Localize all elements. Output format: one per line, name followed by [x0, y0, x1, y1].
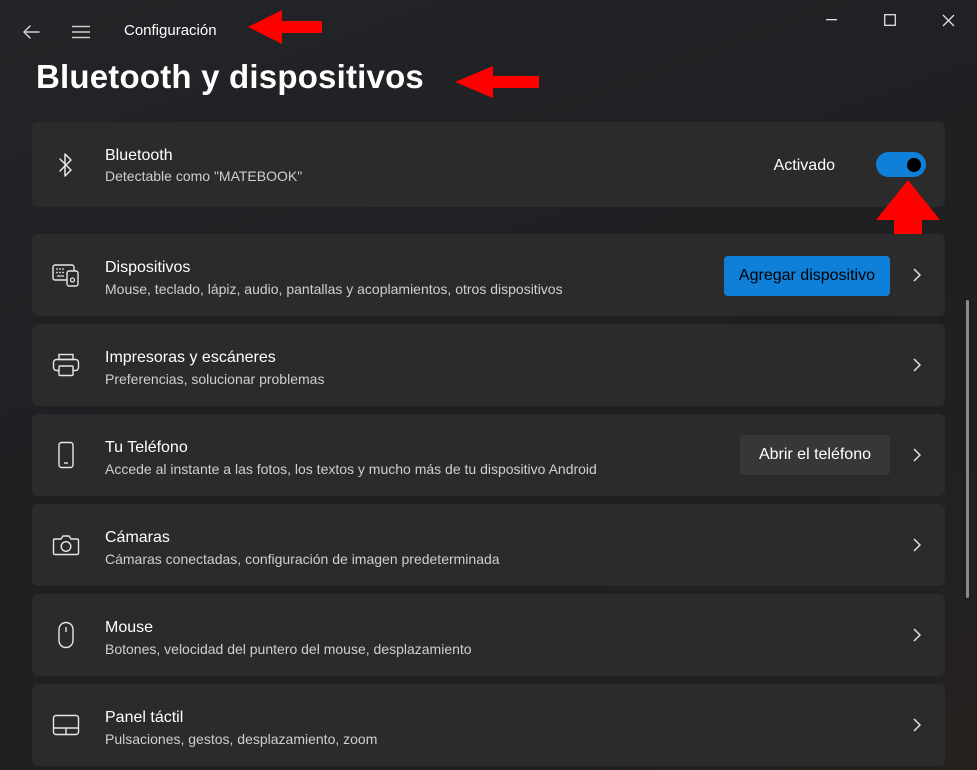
chevron-right-icon [909, 717, 925, 733]
bluetooth-card: Bluetooth Detectable como "MATEBOOK" Act… [32, 122, 945, 207]
phone-icon [52, 441, 80, 469]
back-button[interactable] [15, 16, 47, 48]
printers-card[interactable]: Impresoras y escáneres Preferencias, sol… [32, 324, 945, 406]
settings-window: Configuración Bluetooth y dispositivos B… [0, 0, 977, 770]
window-title: Configuración [124, 22, 217, 39]
back-arrow-icon [23, 25, 40, 39]
hamburger-menu-icon [72, 25, 90, 39]
add-device-button[interactable]: Agregar dispositivo [723, 256, 890, 296]
maximize-button[interactable] [862, 0, 918, 40]
camera-icon [52, 531, 80, 559]
cameras-title: Cámaras [105, 529, 170, 546]
chevron-right-icon [909, 447, 925, 463]
chevron-right-icon [909, 627, 925, 643]
minimize-button[interactable] [804, 0, 860, 40]
bluetooth-toggle[interactable] [876, 152, 926, 177]
menu-button[interactable] [65, 16, 97, 48]
keyboard-devices-icon [52, 261, 80, 289]
annotation-arrow-left-icon [248, 10, 322, 44]
touchpad-icon [52, 711, 80, 739]
maximize-icon [884, 14, 896, 26]
phone-subtitle: Accede al instante a las fotos, los text… [105, 461, 597, 477]
phone-card[interactable]: Tu Teléfono Accede al instante a las fot… [32, 414, 945, 496]
chevron-right-icon [909, 357, 925, 373]
mouse-icon [52, 621, 80, 649]
vertical-scrollbar[interactable] [966, 300, 969, 598]
chevron-right-icon [909, 267, 925, 283]
phone-title: Tu Teléfono [105, 439, 188, 456]
printers-title: Impresoras y escáneres [105, 349, 276, 366]
cameras-card[interactable]: Cámaras Cámaras conectadas, configuració… [32, 504, 945, 586]
printers-subtitle: Preferencias, solucionar problemas [105, 371, 325, 387]
open-phone-button[interactable]: Abrir el teléfono [739, 435, 890, 475]
cameras-subtitle: Cámaras conectadas, configuración de ima… [105, 551, 500, 567]
touchpad-card[interactable]: Panel táctil Pulsaciones, gestos, despla… [32, 684, 945, 766]
close-button[interactable] [920, 0, 976, 40]
printer-icon [52, 351, 80, 379]
chevron-right-icon [909, 537, 925, 553]
toggle-knob [907, 157, 921, 172]
bluetooth-state-label: Activado [773, 157, 835, 174]
mouse-subtitle: Botones, velocidad del puntero del mouse… [105, 641, 472, 657]
devices-subtitle: Mouse, teclado, lápiz, audio, pantallas … [105, 281, 563, 297]
title-bar: Configuración [0, 0, 977, 62]
close-icon [942, 14, 954, 26]
mouse-card[interactable]: Mouse Botones, velocidad del puntero del… [32, 594, 945, 676]
bluetooth-title: Bluetooth [105, 147, 173, 164]
devices-card[interactable]: Dispositivos Mouse, teclado, lápiz, audi… [32, 234, 945, 316]
page-title: Bluetooth y dispositivos [36, 58, 424, 95]
annotation-arrow-left-icon [455, 66, 539, 98]
minimize-icon [826, 19, 837, 21]
mouse-title: Mouse [105, 619, 154, 636]
touchpad-subtitle: Pulsaciones, gestos, desplazamiento, zoo… [105, 731, 378, 747]
touchpad-title: Panel táctil [105, 709, 184, 726]
bluetooth-subtitle: Detectable como "MATEBOOK" [105, 168, 303, 184]
bluetooth-icon [52, 151, 80, 179]
devices-title: Dispositivos [105, 259, 191, 276]
